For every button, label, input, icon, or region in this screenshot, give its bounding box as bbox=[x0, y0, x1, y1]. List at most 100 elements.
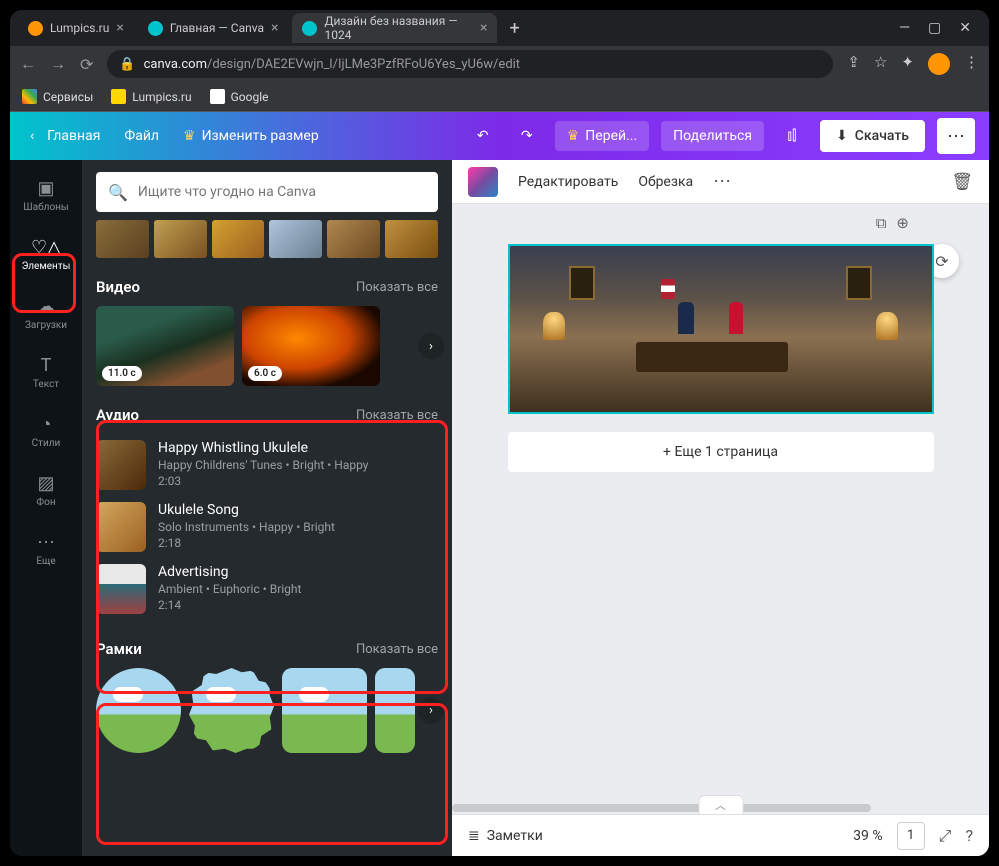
upgrade-button[interactable]: ♛Перей... bbox=[555, 121, 649, 151]
search-input[interactable]: 🔍 bbox=[96, 172, 438, 212]
bookmark[interactable]: Google bbox=[210, 89, 269, 104]
fullscreen-icon[interactable]: ⤢ bbox=[939, 826, 952, 846]
uploads-icon: ☁ bbox=[37, 296, 55, 316]
reload-icon[interactable]: ⟳ bbox=[80, 55, 93, 74]
address-bar: ← → ⟳ 🔒 canva.com/design/DAE2EVwjn_l/IjL… bbox=[10, 46, 989, 82]
share-button[interactable]: Поделиться bbox=[661, 121, 764, 151]
add-page-icon[interactable]: ⊕ bbox=[896, 214, 909, 232]
add-page-button[interactable]: + Еще 1 страница bbox=[508, 432, 934, 472]
more-icon: ⋯ bbox=[37, 532, 55, 552]
thumbnail[interactable] bbox=[96, 220, 149, 258]
favicon bbox=[148, 21, 163, 36]
rail-more[interactable]: ⋯Еще bbox=[10, 520, 82, 579]
canvas-area: Редактировать Обрезка ⋯ 🗑 ⧉ ⊕ ⟳ bbox=[452, 160, 989, 856]
download-icon: ⬇ bbox=[836, 128, 848, 144]
rail-templates[interactable]: ▣Шаблоны bbox=[10, 166, 82, 225]
rail-styles[interactable]: ◔Стили bbox=[10, 402, 82, 461]
close-icon[interactable]: × bbox=[116, 20, 123, 36]
favicon bbox=[28, 21, 43, 36]
more-menu[interactable]: ⋯ bbox=[937, 118, 975, 154]
extensions-icon[interactable]: ✦ bbox=[901, 53, 914, 75]
new-tab-button[interactable]: + bbox=[501, 18, 527, 39]
show-all-link[interactable]: Показать все bbox=[356, 408, 438, 423]
delete-icon[interactable]: 🗑 bbox=[951, 172, 973, 192]
page-image[interactable] bbox=[510, 246, 932, 412]
show-all-link[interactable]: Показать все bbox=[356, 280, 438, 295]
home-link[interactable]: ‹ Главная bbox=[24, 128, 106, 144]
rail-elements[interactable]: ♡△Элементы bbox=[10, 225, 82, 284]
carousel-next-icon[interactable]: › bbox=[418, 333, 444, 359]
apps-bookmark[interactable]: Сервисы bbox=[22, 89, 93, 104]
color-swatch[interactable] bbox=[468, 167, 498, 197]
audio-thumbnail bbox=[96, 502, 146, 552]
thumbnail[interactable] bbox=[154, 220, 207, 258]
window-close-icon[interactable]: ✕ bbox=[959, 20, 971, 36]
zoom-level[interactable]: 39 % bbox=[853, 828, 882, 844]
audio-duration: 2:18 bbox=[158, 536, 335, 550]
frame-square[interactable] bbox=[282, 668, 367, 753]
audio-meta: Solo Instruments • Happy • Bright bbox=[158, 520, 335, 534]
audio-duration: 2:03 bbox=[158, 474, 368, 488]
styles-icon: ◔ bbox=[41, 414, 52, 434]
video-card[interactable]: 11.0 c bbox=[96, 306, 234, 386]
recent-thumbnails bbox=[82, 220, 452, 268]
rail-text[interactable]: TТекст bbox=[10, 343, 82, 402]
bookmarks-bar: Сервисы Lumpics.ru Google bbox=[10, 82, 989, 112]
show-all-link[interactable]: Показать все bbox=[356, 642, 438, 657]
frames-section: Рамки Показать все › bbox=[82, 630, 452, 763]
redo-icon[interactable]: ↷ bbox=[511, 120, 543, 152]
canvas-page[interactable] bbox=[508, 244, 934, 414]
page-count[interactable]: 1 bbox=[897, 822, 925, 850]
thumbnail[interactable] bbox=[212, 220, 265, 258]
analytics-icon[interactable]: ⫾⫿ bbox=[776, 120, 808, 152]
menu-icon[interactable]: ⋮ bbox=[964, 53, 979, 75]
frame-circle[interactable] bbox=[96, 668, 181, 753]
section-title: Рамки bbox=[96, 640, 142, 658]
help-icon[interactable]: ? bbox=[965, 826, 973, 845]
download-button[interactable]: ⬇Скачать bbox=[820, 120, 925, 152]
thumbnail[interactable] bbox=[385, 220, 438, 258]
bookmark[interactable]: Lumpics.ru bbox=[111, 89, 191, 104]
crop-button[interactable]: Обрезка bbox=[638, 174, 693, 190]
url-input[interactable]: 🔒 canva.com/design/DAE2EVwjn_l/IjLMe3Pzf… bbox=[107, 50, 833, 78]
close-icon[interactable]: × bbox=[480, 20, 487, 36]
share-icon[interactable]: ⇪ bbox=[847, 53, 860, 75]
edit-button[interactable]: Редактировать bbox=[518, 174, 618, 190]
audio-title: Advertising bbox=[158, 564, 301, 580]
forward-icon[interactable]: → bbox=[50, 54, 66, 74]
browser-tab[interactable]: Lumpics.ru × bbox=[18, 13, 134, 43]
browser-tab[interactable]: Главная — Canva × bbox=[138, 13, 289, 43]
audio-item[interactable]: Happy Whistling Ukulele Happy Childrens'… bbox=[96, 434, 438, 496]
thumbnail[interactable] bbox=[269, 220, 322, 258]
audio-item[interactable]: Ukulele Song Solo Instruments • Happy • … bbox=[96, 496, 438, 558]
video-card[interactable]: 6.0 c bbox=[242, 306, 380, 386]
notes-button[interactable]: ≣Заметки bbox=[468, 828, 543, 844]
pages-peek[interactable]: ︿ bbox=[698, 795, 743, 814]
canvas-scroll[interactable]: ⧉ ⊕ ⟳ + Еще 1 страница bbox=[452, 204, 989, 814]
profile-avatar[interactable] bbox=[928, 53, 950, 75]
file-menu[interactable]: Файл bbox=[118, 128, 165, 144]
star-icon[interactable]: ☆ bbox=[874, 53, 887, 75]
carousel-next-icon[interactable]: › bbox=[418, 698, 444, 724]
close-icon[interactable]: × bbox=[271, 20, 278, 36]
frame-badge[interactable] bbox=[189, 668, 274, 753]
templates-icon: ▣ bbox=[37, 178, 54, 198]
search-field[interactable] bbox=[138, 184, 426, 200]
elements-panel: 🔍 Видео Показать все 11.0 c 6 bbox=[82, 160, 452, 856]
undo-icon[interactable]: ↶ bbox=[467, 120, 499, 152]
duplicate-icon[interactable]: ⧉ bbox=[876, 214, 887, 232]
video-section: Видео Показать все 11.0 c 6.0 c › bbox=[82, 268, 452, 396]
background-icon: ▨ bbox=[37, 473, 54, 493]
frame-partial[interactable] bbox=[375, 668, 415, 753]
thumbnail[interactable] bbox=[327, 220, 380, 258]
browser-tab[interactable]: Дизайн без названия — 1024 × bbox=[292, 13, 497, 43]
rail-uploads[interactable]: ☁Загрузки bbox=[10, 284, 82, 343]
tab-title: Lumpics.ru bbox=[50, 21, 109, 35]
window-maximize-icon[interactable]: ▢ bbox=[928, 20, 941, 36]
back-icon[interactable]: ← bbox=[20, 54, 36, 74]
window-minimize-icon[interactable]: — bbox=[899, 20, 910, 36]
resize-button[interactable]: ♛Изменить размер bbox=[177, 128, 325, 144]
more-icon[interactable]: ⋯ bbox=[713, 171, 731, 192]
audio-item[interactable]: Advertising Ambient • Euphoric • Bright … bbox=[96, 558, 438, 620]
rail-background[interactable]: ▨Фон bbox=[10, 461, 82, 520]
